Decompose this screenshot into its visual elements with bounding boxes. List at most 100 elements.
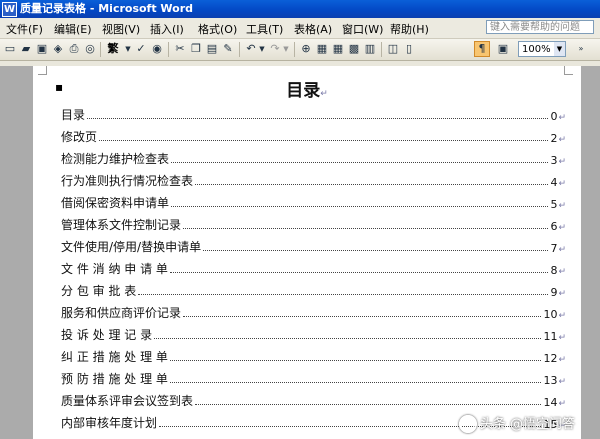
toc-leader-dots	[169, 382, 542, 383]
toc-entry-page: 2	[550, 132, 558, 145]
new-doc-icon[interactable]: ▭	[3, 42, 17, 56]
margin-corner-mark	[38, 66, 47, 75]
toc-entry-label: 目录	[61, 108, 86, 122]
print-icon[interactable]: ⎙	[67, 42, 81, 56]
toc-leader-dots	[99, 140, 549, 141]
toc-entry-label: 内部审核年度计划	[61, 416, 158, 430]
chevron-down-icon[interactable]: ▼	[258, 42, 266, 56]
drawing-icon[interactable]: ◫	[386, 42, 400, 56]
read-icon[interactable]: ▣	[496, 42, 510, 56]
toolbar-separator	[100, 42, 101, 57]
toc-entry-label: 纠 正 措 施 处 理 单	[61, 350, 168, 364]
toc-entry-page: 9	[550, 286, 558, 299]
research-icon[interactable]: ◉	[150, 42, 164, 56]
paragraph-mark-icon: ↵	[558, 179, 566, 189]
title-bar: W 质量记录表格 - Microsoft Word	[0, 0, 600, 18]
toc-leader-dots	[154, 338, 542, 339]
toc-leader-dots	[203, 250, 549, 251]
menu-file[interactable]: 文件(F)	[6, 21, 43, 37]
redo-icon[interactable]: ↷	[268, 42, 282, 56]
open-icon[interactable]: ▰	[19, 42, 33, 56]
toc-entry[interactable]: 分 包 审 批 表 9 ↵	[61, 281, 566, 299]
menu-view[interactable]: 视图(V)	[102, 21, 140, 37]
toc-entry-label: 修改页	[61, 130, 98, 144]
menu-edit[interactable]: 编辑(E)	[54, 21, 92, 37]
cut-icon[interactable]: ✂	[173, 42, 187, 56]
insert-table-icon[interactable]: ▦	[331, 42, 345, 56]
toc-entry-label: 管理体系文件控制记录	[61, 218, 182, 232]
insert-excel-icon[interactable]: ▩	[347, 42, 361, 56]
toc-entry-page: 4	[550, 176, 558, 189]
hyperlink-icon[interactable]: ⊕	[299, 42, 313, 56]
save-icon[interactable]: ▣	[35, 42, 49, 56]
toc-entry[interactable]: 目录 0 ↵	[61, 105, 566, 123]
toc-entry[interactable]: 服务和供应商评价记录 10 ↵	[61, 303, 566, 321]
paragraph-mark-icon: ↵	[558, 201, 566, 211]
document-map-icon[interactable]: ▯	[402, 42, 416, 56]
toc-entry[interactable]: 质量体系评审会议签到表 14 ↵	[61, 391, 566, 409]
menu-format[interactable]: 格式(O)	[198, 21, 237, 37]
copy-icon[interactable]: ❐	[189, 42, 203, 56]
toc-entry-page: 0	[550, 110, 558, 123]
toc-entry-label: 预 防 措 施 处 理 单	[61, 372, 168, 386]
paragraph-mark-icon: ↵	[558, 113, 566, 123]
document-page[interactable]: ▪ 目录↵ 目录 0 ↵ 修改页 2 ↵ 检测能力维护检查表 3 ↵ 行为准则执行情况检查表 4 ↵ 借…	[33, 66, 581, 439]
word-app-icon[interactable]: W	[2, 2, 17, 17]
format-painter-icon[interactable]: ✎	[221, 42, 235, 56]
standard-toolbar: ▭ ▰ ▣ ◈ ⎙ ◎ 繁 ▼ ✓ ◉ ✂ ❐ ▤ ✎ ↶ ▼ ↷ ▼ ⊕ ▦ …	[0, 39, 600, 61]
toc-entry[interactable]: 管理体系文件控制记录 6 ↵	[61, 215, 566, 233]
toc-leader-dots	[169, 272, 549, 273]
spelling-icon[interactable]: ✓	[134, 42, 148, 56]
menu-tools[interactable]: 工具(T)	[246, 21, 283, 37]
paragraph-mark-icon: ↵	[558, 399, 566, 409]
tables-borders-icon[interactable]: ▦	[315, 42, 329, 56]
menu-bar: 文件(F) 编辑(E) 视图(V) 插入(I) 格式(O) 工具(T) 表格(A…	[0, 18, 600, 39]
toc-entry[interactable]: 行为准则执行情况检查表 4 ↵	[61, 171, 566, 189]
toc-entry[interactable]: 纠 正 措 施 处 理 单 12 ↵	[61, 347, 566, 365]
toc-entry[interactable]: 借阅保密资料申请单 5 ↵	[61, 193, 566, 211]
toc-entry-page: 6	[550, 220, 558, 233]
chevron-down-icon[interactable]: ▼	[282, 42, 290, 56]
toolbar-separator	[168, 42, 169, 57]
window-title: 质量记录表格 - Microsoft Word	[20, 2, 194, 15]
toc-entry[interactable]: 投 诉 处 理 记 录 11 ↵	[61, 325, 566, 343]
toc-entry-page: 12	[543, 352, 558, 365]
toc-entry-page: 10	[543, 308, 558, 321]
watermark: 头条 @悟空问答	[458, 413, 575, 433]
toc-entry-label: 借阅保密资料申请单	[61, 196, 170, 210]
menu-window[interactable]: 窗口(W)	[342, 21, 383, 37]
menu-insert[interactable]: 插入(I)	[150, 21, 184, 37]
toc-entry-label: 检测能力维护检查表	[61, 152, 170, 166]
traditional-chinese-icon[interactable]: 繁	[105, 42, 121, 56]
toc-leader-dots	[87, 118, 549, 119]
toc-entry[interactable]: 文件使用/停用/替换申请单 7 ↵	[61, 237, 566, 255]
show-hide-icon[interactable]: ¶	[474, 41, 490, 57]
paragraph-mark-icon: ↵	[558, 135, 566, 145]
toolbar-separator	[239, 42, 240, 57]
toolbar-options-icon[interactable]: »	[576, 42, 586, 56]
paragraph-mark-icon: ↵	[558, 333, 566, 343]
chevron-down-icon[interactable]: ▼	[554, 42, 565, 56]
help-search-input[interactable]: 键入需要帮助的问题	[486, 20, 594, 34]
columns-icon[interactable]: ▥	[363, 42, 377, 56]
chevron-down-icon[interactable]: ▼	[124, 42, 132, 56]
toc-entry[interactable]: 预 防 措 施 处 理 单 13 ↵	[61, 369, 566, 387]
undo-icon[interactable]: ↶	[244, 42, 258, 56]
toolbar-separator	[381, 42, 382, 57]
permission-icon[interactable]: ◈	[51, 42, 65, 56]
toc-entry[interactable]: 检测能力维护检查表 3 ↵	[61, 149, 566, 167]
toc-entry[interactable]: 修改页 2 ↵	[61, 127, 566, 145]
toc-entry-label: 分 包 审 批 表	[61, 284, 137, 298]
menu-help[interactable]: 帮助(H)	[390, 21, 429, 37]
toc-entry[interactable]: 文 件 消 纳 申 请 单 8 ↵	[61, 259, 566, 277]
toc-entry-page: 13	[543, 374, 558, 387]
watermark-text: 头条 @悟空问答	[479, 416, 575, 432]
toc-entry-label: 行为准则执行情况检查表	[61, 174, 194, 188]
watermark-logo-icon	[458, 415, 477, 433]
margin-corner-mark	[564, 66, 573, 75]
toc-leader-dots	[138, 294, 549, 295]
paste-icon[interactable]: ▤	[205, 42, 219, 56]
print-preview-icon[interactable]: ◎	[83, 42, 97, 56]
paragraph-mark-icon: ↵	[558, 223, 566, 233]
menu-table[interactable]: 表格(A)	[294, 21, 332, 37]
